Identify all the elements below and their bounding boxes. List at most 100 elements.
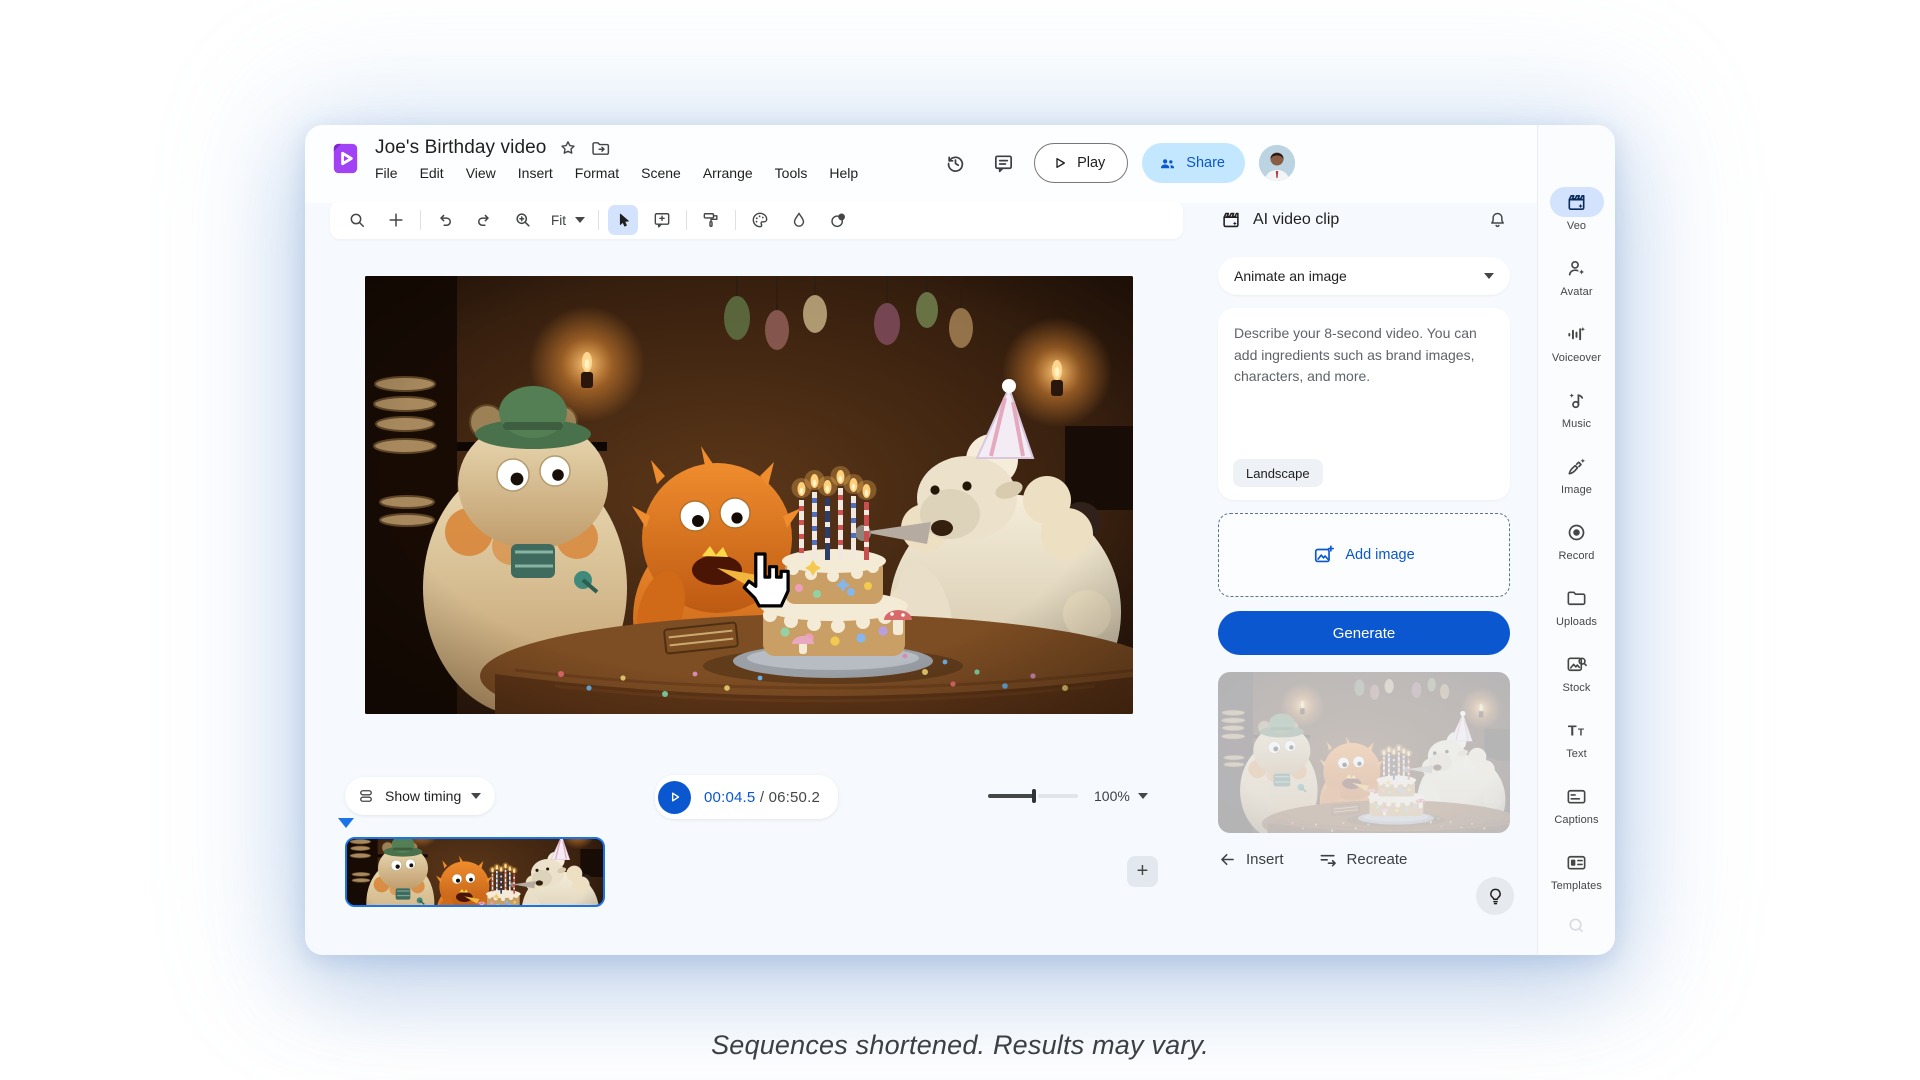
menu-edit[interactable]: Edit — [412, 162, 452, 184]
timing-rows-icon — [357, 787, 375, 805]
play-triangle-icon — [1052, 155, 1068, 171]
rail-label-image: Image — [1561, 484, 1592, 496]
redo-button[interactable] — [469, 205, 499, 235]
rail-item-voiceover[interactable]: Voiceover — [1541, 319, 1613, 371]
rail-item-veo[interactable]: Veo — [1541, 187, 1613, 239]
chevron-down-icon — [1138, 793, 1148, 799]
slider-track-filled — [988, 794, 1034, 798]
add-image-label: Add image — [1345, 547, 1414, 563]
image-gen-icon — [1565, 455, 1588, 478]
star-icon[interactable] — [558, 138, 578, 158]
landscape-chip[interactable]: Landscape — [1233, 459, 1323, 487]
rail-label-voiceover: Voiceover — [1552, 352, 1601, 364]
rail-item-music[interactable]: Music — [1541, 385, 1613, 437]
add-scene-button[interactable]: + — [1127, 856, 1158, 887]
version-history-button[interactable] — [938, 146, 972, 180]
fit-label: Fit — [551, 213, 566, 228]
image-plus-icon — [1313, 544, 1335, 566]
timeline-playhead[interactable] — [338, 818, 354, 828]
palette-tool-button[interactable] — [745, 205, 775, 235]
rail-item-record[interactable]: Record — [1541, 517, 1613, 569]
text-icon: TT — [1565, 719, 1588, 742]
menu-view[interactable]: View — [458, 162, 504, 184]
rail-label-music: Music — [1562, 418, 1591, 430]
stock-media-icon — [1565, 653, 1588, 676]
insert-button[interactable]: Insert — [1218, 850, 1284, 869]
rail-item-captions[interactable]: Captions — [1541, 781, 1613, 833]
rail-item-templates[interactable]: Templates — [1541, 847, 1613, 899]
rail-label-templates: Templates — [1551, 880, 1602, 892]
rail-item-avatar[interactable]: Avatar — [1541, 253, 1613, 305]
menu-help[interactable]: Help — [821, 162, 866, 184]
video-canvas[interactable] — [365, 276, 1133, 714]
undo-button[interactable] — [430, 205, 460, 235]
comment-add-tool-button[interactable] — [647, 205, 677, 235]
adjust-color-tool-button[interactable] — [823, 205, 853, 235]
slider-track-empty — [1038, 794, 1078, 798]
rail-label-uploads: Uploads — [1556, 616, 1597, 628]
rail-item-partial — [1565, 915, 1588, 938]
lightbulb-icon — [1485, 886, 1506, 907]
insert-label: Insert — [1246, 851, 1284, 868]
document-title[interactable]: Joe's Birthday video — [375, 137, 546, 159]
avatar-rail-icon — [1565, 257, 1588, 280]
animation-mode-dropdown[interactable]: Animate an image — [1218, 257, 1510, 295]
chevron-down-icon — [471, 793, 481, 799]
comment-button[interactable] — [986, 146, 1020, 180]
prompt-placeholder: Describe your 8-second video. You can ad… — [1234, 323, 1494, 388]
rail-item-image[interactable]: Image — [1541, 451, 1613, 503]
timeline-play-button[interactable] — [658, 781, 691, 814]
rail-label-record: Record — [1558, 550, 1594, 562]
fit-zoom-dropdown[interactable]: Fit — [547, 213, 589, 228]
slider-handle[interactable] — [1032, 789, 1036, 803]
zoom-in-tool-button[interactable] — [508, 205, 538, 235]
tips-lightbulb-button[interactable] — [1476, 877, 1514, 915]
vids-app-logo-icon[interactable] — [328, 141, 363, 176]
timeline-zoom-slider[interactable] — [988, 789, 1078, 803]
recreate-button[interactable]: Recreate — [1318, 849, 1408, 869]
arrow-left-icon — [1218, 850, 1237, 869]
select-cursor-tool-button[interactable] — [608, 205, 638, 235]
svg-text:T: T — [1578, 727, 1585, 738]
generate-button[interactable]: Generate — [1218, 611, 1510, 655]
toolbar-divider — [686, 210, 687, 230]
rail-item-stock[interactable]: Stock — [1541, 649, 1613, 701]
rail-item-uploads[interactable]: Uploads — [1541, 583, 1613, 635]
toolbar-divider — [420, 210, 421, 230]
uploads-folder-icon — [1565, 587, 1588, 610]
recreate-icon — [1318, 849, 1338, 869]
editor-toolbar: Fit — [330, 201, 1183, 239]
menu-scene[interactable]: Scene — [633, 162, 689, 184]
rail-item-text[interactable]: TT Text — [1541, 715, 1613, 767]
menu-format[interactable]: Format — [567, 162, 627, 184]
show-timing-dropdown[interactable]: Show timing — [345, 777, 495, 815]
zoom-level-dropdown[interactable]: 100% — [1094, 788, 1148, 804]
timeline-clip-thumbnail[interactable] — [345, 837, 605, 907]
menu-bar: File Edit View Insert Format Scene Arran… — [367, 162, 866, 184]
disclaimer-caption: Sequences shortened. Results may vary. — [0, 1030, 1920, 1061]
search-tool-button[interactable] — [342, 205, 372, 235]
chevron-down-icon — [575, 217, 585, 223]
menu-file[interactable]: File — [367, 162, 406, 184]
playback-control: 00:04.5 / 06:50.2 — [655, 775, 838, 819]
account-avatar[interactable] — [1259, 145, 1295, 181]
bell-icon[interactable] — [1487, 210, 1508, 231]
generated-clip-preview[interactable] — [1218, 672, 1510, 833]
share-button[interactable]: Share — [1142, 143, 1245, 183]
voiceover-icon — [1565, 323, 1588, 346]
paint-format-tool-button[interactable] — [696, 205, 726, 235]
add-tool-button[interactable] — [381, 205, 411, 235]
menu-arrange[interactable]: Arrange — [695, 162, 761, 184]
show-timing-label: Show timing — [385, 788, 461, 804]
menu-tools[interactable]: Tools — [767, 162, 816, 184]
move-folder-icon[interactable] — [590, 138, 611, 159]
record-icon — [1565, 521, 1588, 544]
prompt-textarea[interactable]: Describe your 8-second video. You can ad… — [1218, 308, 1510, 500]
rail-label-captions: Captions — [1554, 814, 1598, 826]
chevron-down-icon — [1484, 273, 1494, 279]
droplet-tool-button[interactable] — [784, 205, 814, 235]
play-button[interactable]: Play — [1034, 143, 1128, 183]
menu-insert[interactable]: Insert — [510, 162, 561, 184]
timeline-zoom-controls: 100% — [988, 777, 1148, 815]
add-image-dropzone[interactable]: Add image — [1218, 513, 1510, 597]
